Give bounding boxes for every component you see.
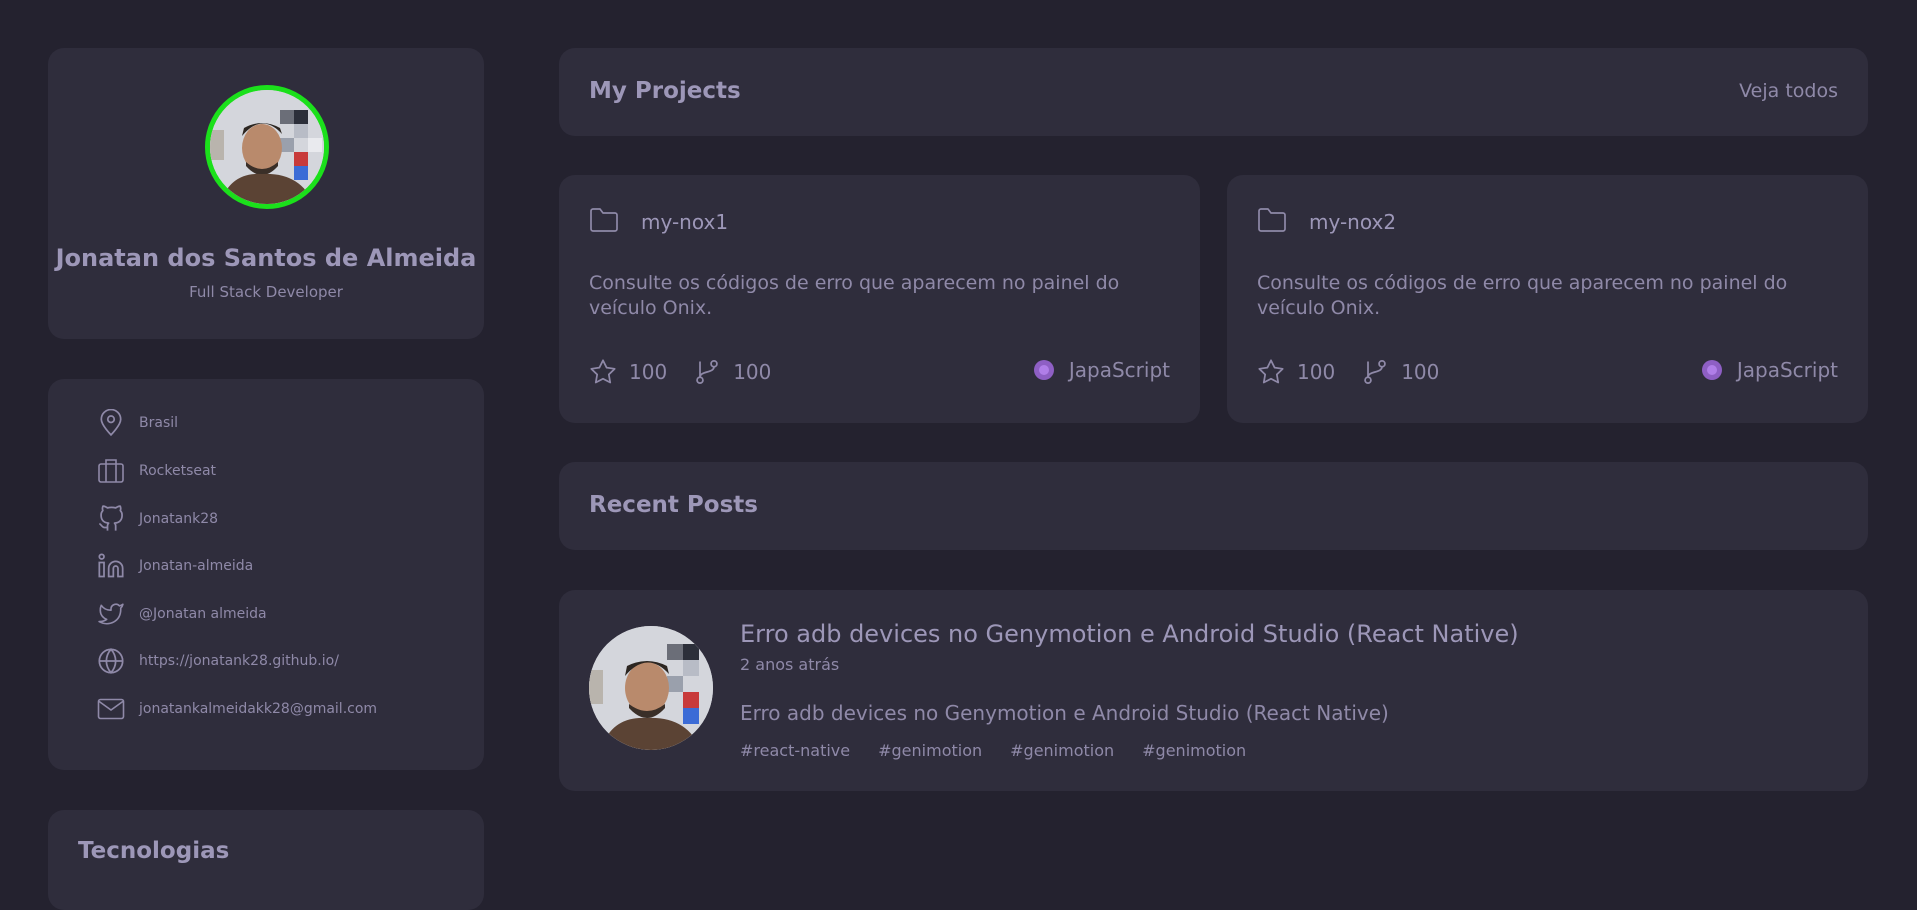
- info-card: Brasil Rocketseat Jonatank28 Jonatan-alm…: [48, 379, 484, 770]
- company-text: Rocketseat: [139, 463, 217, 479]
- post-tag[interactable]: #genimotion: [1142, 741, 1246, 760]
- github-icon: [96, 504, 126, 534]
- project-card[interactable]: my-nox2 Consulte os códigos de erro que …: [1227, 175, 1868, 423]
- fork-count: 100: [733, 360, 772, 384]
- project-language: JapaScript: [1701, 358, 1838, 382]
- info-github[interactable]: Jonatank28: [96, 501, 218, 537]
- fork-count: 100: [1401, 360, 1440, 384]
- post-title[interactable]: Erro adb devices no Genymotion e Android…: [740, 620, 1519, 648]
- info-linkedin[interactable]: Jonatan-almeida: [96, 548, 253, 584]
- folder-icon: [1257, 207, 1287, 233]
- language-label: JapaScript: [1736, 358, 1838, 382]
- projects-title: My Projects: [589, 78, 741, 104]
- map-pin-icon: [96, 408, 126, 438]
- posts-title: Recent Posts: [589, 492, 758, 518]
- technologies-card: Tecnologias: [48, 810, 484, 910]
- git-branch-icon: [693, 358, 721, 386]
- star-icon: [589, 358, 617, 386]
- email-text[interactable]: jonatankalmeidakk28@gmail.com: [139, 701, 377, 717]
- project-stats: 100 100: [1257, 358, 1465, 386]
- language-icon: [1033, 360, 1054, 380]
- linkedin-text[interactable]: Jonatan-almeida: [139, 558, 253, 574]
- profile-avatar: [205, 85, 329, 209]
- star-icon: [1257, 358, 1285, 386]
- project-card[interactable]: my-nox1 Consulte os códigos de erro que …: [559, 175, 1200, 423]
- folder-icon: [589, 207, 619, 233]
- project-name[interactable]: my-nox2: [1309, 210, 1396, 234]
- mail-icon: [96, 694, 126, 724]
- post-date: 2 anos atrás: [740, 655, 840, 674]
- project-name[interactable]: my-nox1: [641, 210, 728, 234]
- project-stats: 100 100: [589, 358, 797, 386]
- projects-header: My Projects Veja todos: [559, 48, 1868, 136]
- post-card[interactable]: Erro adb devices no Genymotion e Android…: [559, 590, 1868, 791]
- twitter-text[interactable]: @Jonatan almeida: [139, 606, 267, 622]
- post-avatar: [589, 626, 713, 750]
- info-website[interactable]: https://jonatank28.github.io/: [96, 643, 339, 679]
- info-company: Rocketseat: [96, 453, 216, 489]
- profile-role: Full Stack Developer: [189, 283, 343, 301]
- technologies-title: Tecnologias: [78, 838, 230, 864]
- post-excerpt: Erro adb devices no Genymotion e Android…: [740, 701, 1389, 725]
- project-description: Consulte os códigos de erro que aparecem…: [1257, 272, 1788, 319]
- info-twitter[interactable]: @Jonatan almeida: [96, 596, 267, 632]
- star-count: 100: [1297, 360, 1336, 384]
- see-all-link[interactable]: Veja todos: [1739, 80, 1838, 102]
- post-tag[interactable]: #genimotion: [1010, 741, 1114, 760]
- post-tags: #react-native #genimotion #genimotion #g…: [740, 741, 1274, 760]
- post-tag[interactable]: #genimotion: [878, 741, 982, 760]
- website-link[interactable]: https://jonatank28.github.io/: [139, 653, 339, 669]
- globe-icon: [96, 646, 126, 676]
- project-description: Consulte os códigos de erro que aparecem…: [589, 272, 1120, 319]
- location-text: Brasil: [139, 415, 179, 431]
- info-location: Brasil: [96, 405, 178, 441]
- git-branch-icon: [1361, 358, 1389, 386]
- github-text[interactable]: Jonatank28: [139, 511, 218, 527]
- info-email[interactable]: jonatankalmeidakk28@gmail.com: [96, 691, 377, 727]
- briefcase-icon: [96, 456, 126, 486]
- project-language: JapaScript: [1033, 358, 1170, 382]
- linkedin-icon: [96, 551, 126, 581]
- post-tag[interactable]: #react-native: [740, 741, 850, 760]
- profile-name: Jonatan dos Santos de Almeida: [55, 244, 477, 272]
- language-label: JapaScript: [1068, 358, 1170, 382]
- star-count: 100: [629, 360, 668, 384]
- twitter-icon: [96, 599, 126, 629]
- posts-header: Recent Posts: [559, 462, 1868, 550]
- profile-card: Jonatan dos Santos de Almeida Full Stack…: [48, 48, 484, 339]
- language-icon: [1701, 360, 1722, 380]
